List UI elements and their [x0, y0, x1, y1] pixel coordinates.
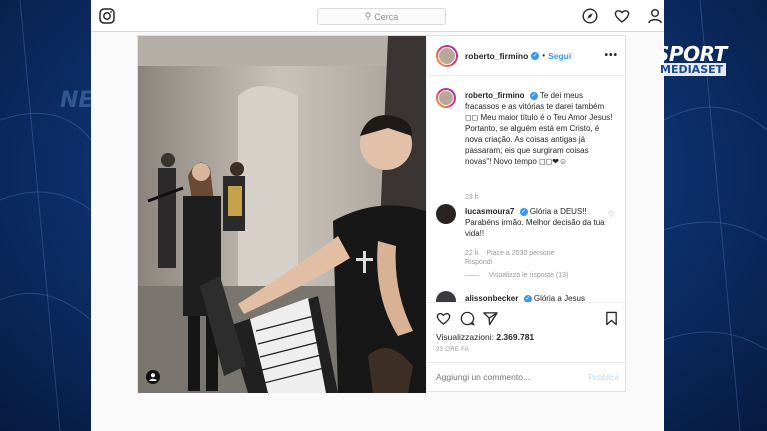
commenter-avatar[interactable] [436, 291, 456, 302]
view-replies-button[interactable]: —— Visualizza le risposte (13) [465, 271, 568, 280]
comment-bubble-icon[interactable] [460, 311, 475, 326]
caption-author-avatar[interactable] [436, 88, 456, 108]
top-navigation-bar: ⚲ Cerca [91, 0, 664, 32]
add-comment-input[interactable] [436, 372, 566, 382]
instagram-logo-icon[interactable] [99, 8, 115, 24]
post-actions: Visualizzazioni: 2.369.781 23 ORE FA [427, 302, 628, 362]
post-timestamp[interactable]: 23 ORE FA [436, 347, 469, 353]
broadcaster-logo: SPORT MEDIASET [655, 42, 727, 76]
search-placeholder: Cerca [374, 11, 399, 22]
comment-text: alissonbecker ✓ Glória a Jesus [465, 294, 585, 302]
comment-verified-badge-icon: ✓ [523, 294, 532, 302]
views-count: Visualizzazioni: 2.369.781 [436, 332, 535, 342]
follow-button[interactable]: Segui [548, 51, 571, 61]
comment-item: lucasmoura7 ✓ Glória a DEUS!! Parabéns i… [436, 204, 621, 284]
author-username[interactable]: roberto_firmino [465, 51, 528, 61]
search-icon: ⚲ [364, 11, 372, 21]
comment-text: lucasmoura7 ✓ Glória a DEUS!! Parabéns i… [465, 207, 605, 238]
save-bookmark-icon[interactable] [604, 311, 619, 326]
author-avatar[interactable] [436, 44, 458, 67]
caption-author[interactable]: roberto_firmino [465, 91, 525, 100]
instagram-web-screen: ⚲ Cerca roberto_firmino ✓ • Segui ••• ro… [91, 0, 664, 431]
post-video[interactable] [138, 36, 426, 393]
tagged-user-icon[interactable] [146, 370, 160, 384]
comments-section[interactable]: roberto_firmino ✓ Te dei meus fracassos … [427, 77, 628, 302]
post-header: roberto_firmino ✓ • Segui ••• [427, 36, 628, 76]
comment-author[interactable]: alissonbecker [465, 294, 518, 302]
comment-item: alissonbecker ✓ Glória a Jesus [436, 291, 621, 302]
post-container: roberto_firmino ✓ • Segui ••• roberto_fi… [137, 35, 628, 393]
explore-compass-icon[interactable] [582, 8, 598, 24]
profile-user-icon[interactable] [647, 8, 663, 24]
caption-time: 23 h [465, 194, 479, 201]
activity-heart-icon[interactable] [614, 8, 630, 24]
video-frame-illustration [138, 36, 426, 393]
publish-button[interactable]: Pubblica [588, 373, 619, 382]
comment-author[interactable]: lucasmoura7 [465, 207, 514, 216]
add-comment-bar: Pubblica [427, 362, 628, 393]
caption-verified-badge-icon: ✓ [529, 91, 538, 100]
comment-verified-badge-icon: ✓ [519, 207, 528, 216]
like-heart-icon[interactable] [436, 311, 451, 326]
commenter-avatar[interactable] [436, 204, 456, 224]
like-comment-heart-icon[interactable]: ♡ [608, 210, 615, 219]
more-options-button[interactable]: ••• [604, 50, 618, 61]
search-bar[interactable]: ⚲ Cerca [317, 8, 446, 25]
caption-block: roberto_firmino ✓ Te dei meus fracassos … [436, 88, 621, 201]
comment-meta: 22 h Piace a 2030 persone Rispondi [465, 250, 555, 266]
post-sidebar: roberto_firmino ✓ • Segui ••• roberto_fi… [426, 36, 628, 393]
verified-badge-icon: ✓ [531, 51, 540, 60]
reply-button[interactable]: Rispondi [465, 259, 492, 266]
caption-text: roberto_firmino ✓ Te dei meus fracassos … [465, 91, 613, 166]
share-paper-plane-icon[interactable] [483, 311, 498, 326]
background-watermark-text: NE [60, 88, 94, 113]
